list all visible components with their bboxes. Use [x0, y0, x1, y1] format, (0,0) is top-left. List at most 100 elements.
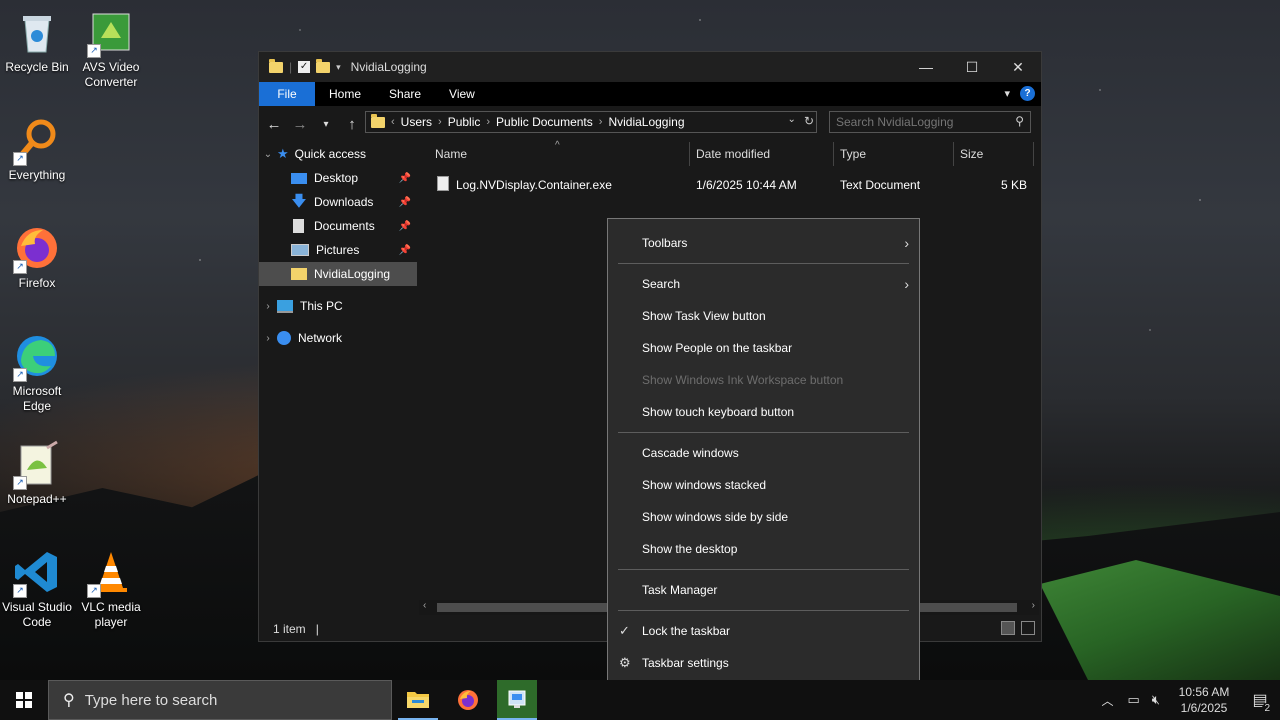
chevron-right-icon: ›	[904, 235, 909, 251]
windows-logo-icon	[16, 692, 32, 708]
nav-pictures[interactable]: Pictures 📌	[259, 238, 417, 262]
scroll-left-icon[interactable]: ‹	[423, 600, 426, 611]
breadcrumb-users[interactable]: Users	[401, 115, 432, 129]
pin-icon[interactable]: 📌	[399, 197, 411, 208]
breadcrumb-separator-icon[interactable]: ›	[599, 116, 603, 128]
nav-this-pc[interactable]: › This PC	[259, 294, 417, 318]
menu-item-show-windows-stacked[interactable]: Show windows stacked	[608, 469, 919, 501]
recycle-bin-icon	[13, 8, 61, 56]
menu-item-show-touch-keyboard[interactable]: Show touch keyboard button	[608, 396, 919, 428]
breadcrumb-nvidialogging[interactable]: NvidiaLogging	[608, 115, 684, 129]
menu-item-show-windows-side-by-side[interactable]: Show windows side by side	[608, 501, 919, 533]
menu-item-show-task-view-button[interactable]: Show Task View button	[608, 300, 919, 332]
back-arrow-icon[interactable]: ←	[263, 116, 285, 133]
nav-documents[interactable]: Documents 📌	[259, 214, 417, 238]
clock[interactable]: 10:56 AM 1/6/2025	[1168, 684, 1240, 716]
network-icon[interactable]: ▭	[1128, 692, 1140, 708]
tab-home[interactable]: Home	[315, 82, 375, 106]
column-type[interactable]: Type	[840, 147, 866, 161]
scroll-right-icon[interactable]: ›	[1032, 600, 1035, 611]
breadcrumb-separator-icon[interactable]: ‹	[391, 116, 395, 128]
taskbar[interactable]: ⚲ Type here to search ︿ ▭ 🔇︎ 10:56 AM 1/…	[0, 680, 1280, 720]
pictures-icon	[291, 244, 309, 256]
new-folder-icon[interactable]	[316, 58, 331, 73]
recent-locations-chevron-icon[interactable]: ▾	[315, 119, 337, 130]
search-box[interactable]: ⚲	[829, 111, 1031, 133]
start-button[interactable]	[0, 680, 48, 720]
breadcrumb-separator-icon[interactable]: ›	[438, 116, 442, 128]
vlc-cone-icon: ↗	[87, 548, 135, 598]
menu-separator	[618, 432, 909, 433]
menu-separator	[618, 610, 909, 611]
desktop-icon-firefox[interactable]: ↗ Firefox	[0, 224, 74, 291]
expand-chevron-right-icon[interactable]: ›	[259, 301, 277, 312]
breadcrumb-public[interactable]: Public	[448, 115, 481, 129]
tab-share[interactable]: Share	[375, 82, 435, 106]
desktop-icon-everything[interactable]: ↗ Everything	[0, 116, 74, 183]
firefox-icon: ↗	[13, 224, 61, 274]
desktop-icon-visual-studio-code[interactable]: ↗ Visual Studio Code	[0, 548, 74, 630]
menu-item-lock-the-taskbar[interactable]: ✓ Lock the taskbar	[608, 615, 919, 647]
volume-muted-icon[interactable]: 🔇︎	[1152, 692, 1160, 708]
navigation-pane[interactable]: ⌄ ★ Quick access Desktop 📌 🡇 Downloads 📌…	[259, 142, 417, 619]
notifications-icon[interactable]: ▤ 2	[1240, 690, 1280, 714]
large-icons-view-icon[interactable]	[1021, 621, 1035, 635]
refresh-icon[interactable]: ↻	[804, 114, 814, 128]
address-dropdown-chevron-icon[interactable]: ⌄	[788, 114, 796, 128]
menu-item-show-people[interactable]: Show People on the taskbar	[608, 332, 919, 364]
title-bar[interactable]: | ✓ ▾ NvidiaLogging — ☐ ✕	[259, 52, 1041, 82]
customize-quick-access-icon[interactable]: ▾	[336, 62, 341, 73]
nav-quick-access[interactable]: ⌄ ★ Quick access	[259, 142, 417, 166]
minimize-icon[interactable]: —	[903, 52, 949, 82]
breadcrumb-public-documents[interactable]: Public Documents	[496, 115, 593, 129]
desktop-icon-microsoft-edge[interactable]: ↗ Microsoft Edge	[0, 332, 74, 414]
close-icon[interactable]: ✕	[995, 52, 1041, 82]
up-arrow-icon[interactable]: ↑	[341, 116, 363, 133]
expand-chevron-right-icon[interactable]: ›	[259, 333, 277, 344]
desktop-icon-recycle-bin[interactable]: Recycle Bin	[0, 8, 74, 75]
pin-icon[interactable]: 📌	[399, 245, 411, 256]
taskbar-search-box[interactable]: ⚲ Type here to search	[48, 680, 392, 720]
expand-chevron-down-icon[interactable]: ⌄	[259, 149, 277, 160]
menu-item-show-the-desktop[interactable]: Show the desktop	[608, 533, 919, 565]
nav-nvidialogging[interactable]: NvidiaLogging	[259, 262, 417, 286]
nav-label: Network	[298, 331, 343, 345]
expand-ribbon-chevron-icon[interactable]: ▾	[1004, 87, 1010, 100]
nav-label: NvidiaLogging	[314, 267, 391, 281]
column-date-modified[interactable]: Date modified	[696, 147, 770, 161]
menu-item-search[interactable]: Search ›	[608, 268, 919, 300]
menu-item-taskbar-settings[interactable]: ⚙ Taskbar settings	[608, 647, 919, 679]
desktop-icon-avs-video-converter[interactable]: ↗ AVS Video Converter	[74, 8, 148, 90]
vscode-icon: ↗	[13, 548, 61, 598]
forward-arrow-icon[interactable]: →	[289, 116, 311, 133]
avs-video-converter-icon: ↗	[87, 8, 135, 58]
nav-desktop[interactable]: Desktop 📌	[259, 166, 417, 190]
desktop-icon-vlc[interactable]: ↗ VLC media player	[74, 548, 148, 630]
address-bar[interactable]: ‹ Users › Public › Public Documents › Nv…	[365, 111, 817, 133]
table-row[interactable]: Log.NVDisplay.Container.exe 1/6/2025 10:…	[419, 174, 1041, 196]
breadcrumb-separator-icon[interactable]: ›	[486, 116, 490, 128]
column-size[interactable]: Size	[960, 147, 983, 161]
details-view-icon[interactable]	[1001, 621, 1015, 635]
menu-item-task-manager[interactable]: Task Manager	[608, 574, 919, 606]
menu-item-toolbars[interactable]: Toolbars ›	[608, 227, 919, 259]
taskbar-firefox[interactable]	[448, 680, 488, 720]
desktop-icon-notepad-plus-plus[interactable]: ↗ Notepad++	[0, 440, 74, 507]
taskbar-file-explorer[interactable]	[398, 680, 438, 720]
menu-item-cascade-windows[interactable]: Cascade windows	[608, 437, 919, 469]
tab-file[interactable]: File	[259, 82, 315, 106]
nav-network[interactable]: › Network	[259, 326, 417, 350]
nav-downloads[interactable]: 🡇 Downloads 📌	[259, 190, 417, 214]
show-hidden-icons-chevron-icon[interactable]: ︿	[1101, 692, 1113, 709]
search-input[interactable]	[830, 114, 1008, 130]
status-divider: |	[315, 622, 319, 636]
column-name[interactable]: Name	[435, 147, 467, 161]
taskbar-active-app[interactable]	[497, 680, 537, 720]
help-icon[interactable]: ?	[1020, 86, 1035, 101]
pin-icon[interactable]: 📌	[399, 221, 411, 232]
file-name: Log.NVDisplay.Container.exe	[456, 178, 612, 192]
maximize-icon[interactable]: ☐	[949, 52, 995, 82]
pin-icon[interactable]: 📌	[399, 173, 411, 184]
tab-view[interactable]: View	[435, 82, 489, 106]
properties-checkbox-icon[interactable]: ✓	[298, 61, 311, 73]
